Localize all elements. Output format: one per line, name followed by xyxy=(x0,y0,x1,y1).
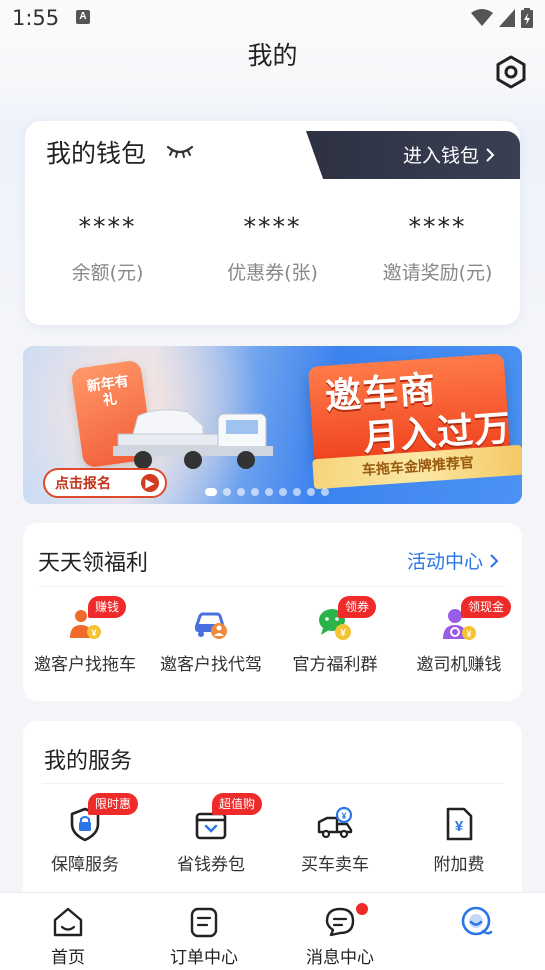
banner-pager-dot[interactable] xyxy=(307,488,315,496)
enter-wallet-label: 进入钱包 xyxy=(403,145,480,167)
settings-button[interactable] xyxy=(494,55,528,89)
welfare-badge-coupon: 领券 xyxy=(338,596,377,618)
invite-reward-value: **** xyxy=(408,212,467,241)
service-item-label: 保障服务 xyxy=(51,855,119,875)
welfare-item-invite-driver-service[interactable]: 邀客户找代驾 xyxy=(146,600,276,680)
wallet-stats: **** 余额(元) **** 优惠券(张) **** 邀请奖励(元) xyxy=(25,210,520,300)
truck-yuan-icon: ¥ xyxy=(317,806,353,839)
service-badge-value: 超值购 xyxy=(212,793,263,815)
notification-icon: A xyxy=(76,10,90,24)
tab-profile[interactable] xyxy=(408,893,544,970)
chevron-right-icon xyxy=(490,553,499,568)
banner-pager-dot[interactable] xyxy=(223,488,231,496)
profile-active-icon xyxy=(461,906,493,936)
chevron-right-icon xyxy=(486,147,495,162)
invite-reward-stat[interactable]: **** 邀请奖励(元) xyxy=(355,210,520,285)
welfare-divider xyxy=(38,586,506,587)
tow-truck-illustration xyxy=(113,409,273,469)
tab-orders-label: 订单中心 xyxy=(170,948,238,968)
coupon-stat[interactable]: **** 优惠券(张) xyxy=(190,210,355,285)
welfare-item-invite-tow[interactable]: ¥ 邀客户找拖车 xyxy=(20,600,150,680)
balance-label: 余额(元) xyxy=(71,262,144,284)
banner-pager-dot[interactable] xyxy=(321,488,329,496)
welfare-badge-cash: 领现金 xyxy=(461,596,512,618)
home-icon xyxy=(53,907,83,937)
banner-signup-label: 点击报名 xyxy=(55,476,111,492)
tab-messages[interactable]: 消息中心 xyxy=(272,893,408,970)
banner-signup-button[interactable]: 点击报名 ▶ xyxy=(43,468,167,498)
welfare-item-official-group[interactable]: ¥ 官方福利群 xyxy=(270,600,400,680)
wallet-title: 我的钱包 xyxy=(46,139,147,168)
order-icon xyxy=(190,907,218,938)
service-item-label: 买车卖车 xyxy=(301,855,369,875)
service-item-label: 省钱券包 xyxy=(177,855,245,875)
tab-orders[interactable]: 订单中心 xyxy=(136,893,272,970)
service-item-surcharge[interactable]: ¥ 附加费 xyxy=(394,800,524,880)
welfare-title: 天天领福利 xyxy=(38,551,149,576)
balance-stat[interactable]: **** 余额(元) xyxy=(25,210,190,285)
enter-wallet-link[interactable]: 进入钱包 xyxy=(403,141,495,168)
welfare-badge-earn: 赚钱 xyxy=(88,596,127,618)
svg-text:¥: ¥ xyxy=(91,628,96,638)
svg-text:¥: ¥ xyxy=(340,628,346,639)
battery-icon xyxy=(521,8,533,28)
status-time: 1:55 xyxy=(12,6,60,30)
svg-text:¥: ¥ xyxy=(466,629,471,639)
banner-pager-dot[interactable] xyxy=(251,488,259,496)
svg-text:¥: ¥ xyxy=(455,818,464,835)
balance-value: **** xyxy=(78,212,137,241)
arrow-right-icon: ▶ xyxy=(141,474,159,492)
message-icon xyxy=(325,907,355,937)
coupon-value: **** xyxy=(243,212,302,241)
invite-reward-label: 邀请奖励(元) xyxy=(382,262,493,284)
service-item-buy-sell-car[interactable]: ¥ 买车卖车 xyxy=(270,800,400,880)
car-person-icon xyxy=(194,612,227,639)
eye-closed-icon[interactable] xyxy=(166,141,194,161)
bottom-tab-bar: 首页 订单中心 消息中心 xyxy=(0,892,545,970)
unread-dot xyxy=(356,903,368,915)
welfare-item-label: 邀司机赚钱 xyxy=(416,655,502,675)
promo-banner[interactable]: 新年有礼 点击报名 ▶ 邀车商 月入过万 车拖车金牌推荐官 xyxy=(23,346,522,504)
page-title: 我的 xyxy=(247,41,298,70)
activity-center-link[interactable]: 活动中心 xyxy=(407,547,499,574)
status-icons xyxy=(471,8,533,28)
status-bar: 1:55 A xyxy=(0,0,545,40)
services-divider xyxy=(42,783,504,784)
document-yuan-icon: ¥ xyxy=(446,807,473,841)
banner-pager-dot[interactable] xyxy=(237,488,245,496)
tab-messages-label: 消息中心 xyxy=(306,948,374,968)
service-item-label: 附加费 xyxy=(433,855,485,875)
activity-center-label: 活动中心 xyxy=(407,551,484,573)
settings-icon xyxy=(496,55,526,89)
welfare-item-label: 邀客户找拖车 xyxy=(34,655,136,675)
banner-pager-dot[interactable] xyxy=(293,488,301,496)
welfare-item-label: 官方福利群 xyxy=(292,655,378,675)
banner-pager-dot[interactable] xyxy=(265,488,273,496)
banner-pager xyxy=(205,488,329,496)
wifi-icon xyxy=(471,9,493,26)
coupon-label: 优惠券(张) xyxy=(227,262,318,284)
service-badge-limited: 限时惠 xyxy=(88,793,139,815)
signal-icon xyxy=(499,9,515,27)
services-title: 我的服务 xyxy=(44,749,133,774)
svg-text:¥: ¥ xyxy=(341,811,346,821)
welfare-item-label: 邀客户找代驾 xyxy=(160,655,262,675)
tab-home[interactable]: 首页 xyxy=(0,893,136,970)
tab-home-label: 首页 xyxy=(51,948,85,968)
banner-pager-dot[interactable] xyxy=(205,488,217,496)
banner-pager-dot[interactable] xyxy=(279,488,287,496)
